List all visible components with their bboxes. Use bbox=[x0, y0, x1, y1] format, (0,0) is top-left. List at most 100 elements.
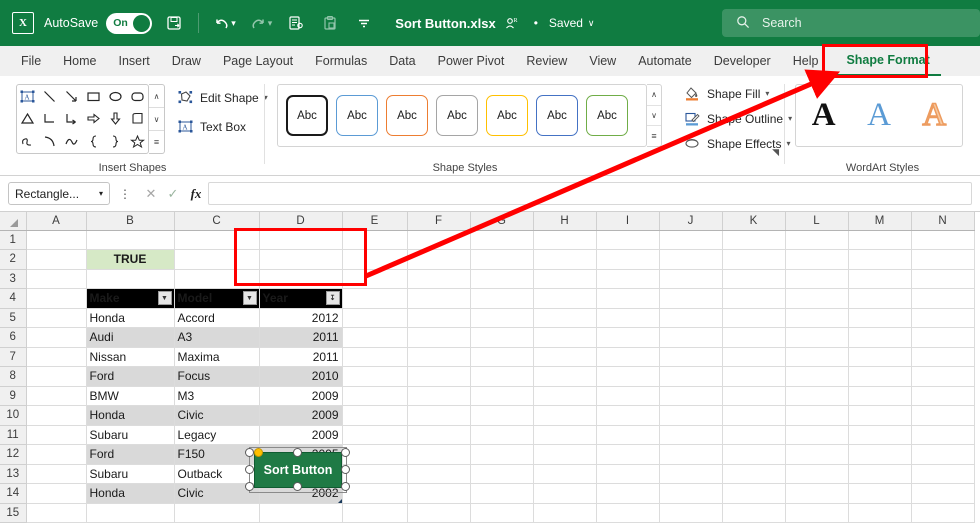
cell-g5[interactable] bbox=[470, 308, 534, 328]
cell-f7[interactable] bbox=[407, 347, 471, 367]
row-header-5[interactable]: 5 bbox=[0, 308, 27, 328]
cell-c11[interactable]: Legacy bbox=[174, 424, 260, 445]
cell-n2[interactable] bbox=[911, 249, 975, 270]
cell-m7[interactable] bbox=[848, 347, 912, 367]
column-header-k[interactable]: K bbox=[722, 212, 786, 231]
cell-i3[interactable] bbox=[596, 269, 660, 289]
cell-k6[interactable] bbox=[722, 327, 786, 348]
cell-l12[interactable] bbox=[785, 444, 849, 465]
select-all-corner[interactable] bbox=[0, 212, 27, 231]
cell-i12[interactable] bbox=[596, 444, 660, 465]
cell-b9[interactable]: BMW bbox=[86, 385, 175, 406]
cell-d8[interactable]: 2010 bbox=[259, 366, 343, 387]
cell-i14[interactable] bbox=[596, 483, 660, 504]
cell-b3[interactable] bbox=[86, 269, 175, 289]
scribble-shape-icon[interactable] bbox=[20, 134, 35, 149]
wordart-style-item[interactable]: A bbox=[922, 98, 947, 133]
tab-draw[interactable]: Draw bbox=[161, 46, 212, 76]
shape-fill-caret-icon[interactable]: ▾ bbox=[765, 89, 769, 98]
oval-shape-icon[interactable] bbox=[108, 89, 123, 104]
column-header-b[interactable]: B bbox=[86, 212, 175, 231]
column-header-l[interactable]: L bbox=[785, 212, 849, 231]
resize-handle-bottom-right[interactable] bbox=[341, 482, 350, 491]
cell-k10[interactable] bbox=[722, 405, 786, 426]
cell-m1[interactable] bbox=[848, 230, 912, 250]
shape-style-item[interactable]: Abc bbox=[386, 95, 428, 136]
cell-b1[interactable] bbox=[86, 230, 175, 250]
row-header-14[interactable]: 14 bbox=[0, 483, 27, 504]
cell-m11[interactable] bbox=[848, 425, 912, 445]
shape-styles-gallery[interactable]: Abc Abc Abc Abc Abc Abc Abc bbox=[277, 84, 647, 147]
cell-h7[interactable] bbox=[533, 347, 597, 367]
styles-scroll-up-icon[interactable]: ∧ bbox=[647, 85, 661, 106]
resize-handle-bottom-left[interactable] bbox=[245, 482, 254, 491]
cell-l15[interactable] bbox=[785, 503, 849, 523]
cell-n5[interactable] bbox=[911, 308, 975, 328]
row-header-3[interactable]: 3 bbox=[0, 269, 27, 289]
cell-e12[interactable] bbox=[342, 444, 408, 465]
wordart-styles-gallery[interactable]: A A A bbox=[795, 84, 963, 147]
cell-n14[interactable] bbox=[911, 483, 975, 504]
cell-m10[interactable] bbox=[848, 405, 912, 426]
cell-j3[interactable] bbox=[659, 269, 723, 289]
cell-c5[interactable]: Accord bbox=[174, 307, 260, 328]
cell-n3[interactable] bbox=[911, 269, 975, 289]
cell-k11[interactable] bbox=[722, 425, 786, 445]
row-header-6[interactable]: 6 bbox=[0, 327, 27, 348]
cell-n12[interactable] bbox=[911, 444, 975, 465]
cell-k5[interactable] bbox=[722, 308, 786, 328]
row-header-10[interactable]: 10 bbox=[0, 405, 27, 426]
cell-l11[interactable] bbox=[785, 425, 849, 445]
cell-i9[interactable] bbox=[596, 386, 660, 406]
save-status-caret-icon[interactable]: ∨ bbox=[588, 18, 595, 29]
tab-power-pivot[interactable]: Power Pivot bbox=[427, 46, 516, 76]
cell-m15[interactable] bbox=[848, 503, 912, 523]
cell-a1[interactable] bbox=[26, 230, 87, 250]
cell-j1[interactable] bbox=[659, 230, 723, 250]
cell-a13[interactable] bbox=[26, 464, 87, 484]
tab-home[interactable]: Home bbox=[52, 46, 107, 76]
cell-e4[interactable] bbox=[342, 288, 408, 309]
cell-b12[interactable]: Ford bbox=[86, 444, 175, 465]
shape-style-item[interactable]: Abc bbox=[586, 95, 628, 136]
cell-h10[interactable] bbox=[533, 405, 597, 426]
cell-j5[interactable] bbox=[659, 308, 723, 328]
table-header-make[interactable]: Make ▼ bbox=[86, 288, 175, 309]
cell-e14[interactable] bbox=[342, 483, 408, 504]
cell-b8[interactable]: Ford bbox=[86, 366, 175, 387]
cell-l3[interactable] bbox=[785, 269, 849, 289]
row-header-2[interactable]: 2 bbox=[0, 249, 27, 270]
sort-applied-filter-icon[interactable]: ↧ bbox=[325, 291, 340, 305]
cell-b11[interactable]: Subaru bbox=[86, 424, 175, 445]
left-brace-shape-icon[interactable] bbox=[86, 134, 101, 149]
right-arrow-shape-icon[interactable] bbox=[86, 111, 101, 126]
table-header-model[interactable]: Model ▼ bbox=[174, 288, 260, 309]
cell-n6[interactable] bbox=[911, 327, 975, 348]
cell-i10[interactable] bbox=[596, 405, 660, 426]
cell-l5[interactable] bbox=[785, 308, 849, 328]
cell-l14[interactable] bbox=[785, 483, 849, 504]
cell-n10[interactable] bbox=[911, 405, 975, 426]
cell-i5[interactable] bbox=[596, 308, 660, 328]
cell-h2[interactable] bbox=[533, 249, 597, 270]
row-header-11[interactable]: 11 bbox=[0, 425, 27, 445]
cell-d15[interactable] bbox=[259, 503, 343, 523]
cell-h1[interactable] bbox=[533, 230, 597, 250]
cell-d7[interactable]: 2011 bbox=[259, 346, 343, 367]
cell-e6[interactable] bbox=[342, 327, 408, 348]
cell-f1[interactable] bbox=[407, 230, 471, 250]
resize-handle-bottom-center[interactable] bbox=[293, 482, 302, 491]
cell-d9[interactable]: 2009 bbox=[259, 385, 343, 406]
cell-k8[interactable] bbox=[722, 366, 786, 387]
cell-k2[interactable] bbox=[722, 249, 786, 270]
cell-f10[interactable] bbox=[407, 405, 471, 426]
shape-fill-button[interactable]: Shape Fill ▾ bbox=[685, 86, 769, 101]
cell-e15[interactable] bbox=[342, 503, 408, 523]
cell-g14[interactable] bbox=[470, 483, 534, 504]
cell-j7[interactable] bbox=[659, 347, 723, 367]
cell-g15[interactable] bbox=[470, 503, 534, 523]
cell-f14[interactable] bbox=[407, 483, 471, 504]
cell-g11[interactable] bbox=[470, 425, 534, 445]
cell-d11[interactable]: 2009 bbox=[259, 424, 343, 445]
column-header-m[interactable]: M bbox=[848, 212, 912, 231]
